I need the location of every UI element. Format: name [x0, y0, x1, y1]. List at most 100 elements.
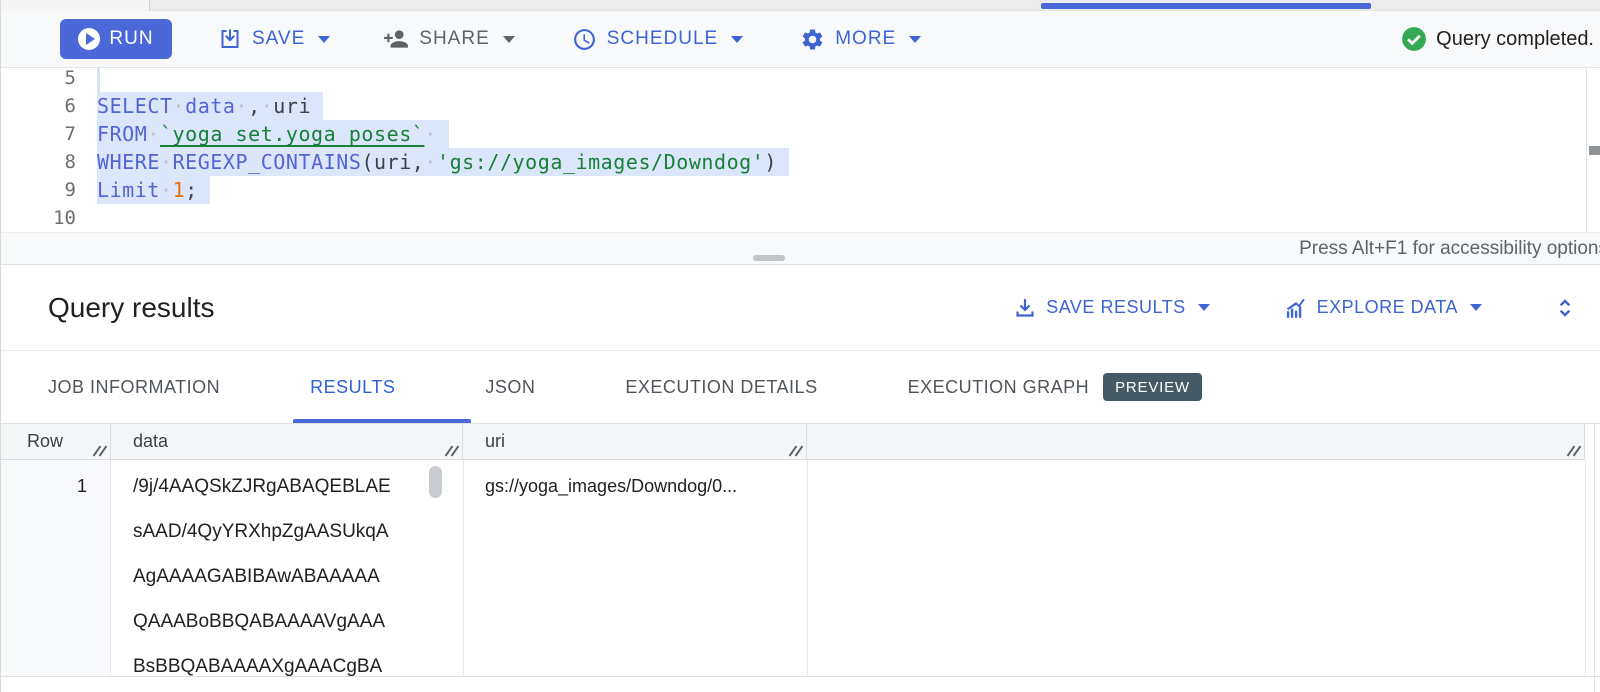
tab-job-information[interactable]: JOB INFORMATION [48, 377, 220, 398]
play-icon [78, 28, 100, 50]
line-number: 7 [0, 120, 88, 148]
code-text: WHERE·REGEXP_CONTAINS(uri,·'gs://yoga_im… [88, 148, 789, 176]
clock-icon [572, 27, 597, 52]
results-tab-bar: JOB INFORMATION RESULTS JSON EXECUTION DETA… [0, 350, 1600, 424]
tab-label: JSON [485, 377, 535, 398]
chevron-down-icon [318, 36, 330, 43]
code-line[interactable]: 6SELECT·data·,·uri [0, 92, 1600, 120]
data-cell-line: /9j/4AAQSkZJRgABAQEBLAE [133, 464, 463, 509]
editor-scrollbar-track [1586, 68, 1587, 232]
unfold-icon[interactable] [1552, 295, 1578, 321]
explore-data-label: EXPLORE DATA [1317, 297, 1458, 318]
tab-execution-details[interactable]: EXECUTION DETAILS [625, 377, 817, 398]
column-divider [807, 460, 808, 677]
code-line[interactable]: 10 [0, 204, 1600, 232]
preview-badge: PREVIEW [1103, 373, 1202, 401]
splitter-bar: Press Alt+F1 for accessibility options [0, 232, 1600, 265]
tab-json[interactable]: JSON [485, 377, 535, 398]
run-label: RUN [109, 28, 153, 50]
tab-label: EXECUTION GRAPH [908, 377, 1090, 398]
chevron-down-icon [1470, 304, 1482, 311]
data-cell-line: QAAABoBBQABAAAAVgAAA [133, 599, 463, 644]
results-scrollbar-track [1594, 424, 1595, 692]
data-cell[interactable]: /9j/4AAQSkZJRgABAQEBLAEsAAD/4QyYRXhpZgAA… [111, 460, 463, 677]
person-add-icon [383, 26, 409, 52]
code-text [88, 68, 100, 92]
editor-scrollbar-thumb[interactable] [1589, 146, 1600, 155]
share-button[interactable]: SHARE [383, 26, 514, 52]
download-icon [1013, 296, 1037, 320]
line-number: 10 [0, 204, 88, 232]
line-number: 5 [0, 68, 88, 92]
column-resize-handle[interactable] [444, 444, 458, 457]
table-body: 1 /9j/4AAQSkZJRgABAQEBLAEsAAD/4QyYRXhpZg… [0, 460, 1600, 677]
chart-icon [1282, 295, 1308, 321]
data-cell-line: BsBBQABAAAAXgAAACgBA [133, 644, 463, 677]
data-cell-line: sAAD/4QyYRXhpZgAASUkqA [133, 509, 463, 554]
save-icon [218, 27, 242, 51]
code-line[interactable]: 5 [0, 68, 1600, 92]
tab-label: EXECUTION DETAILS [625, 377, 817, 398]
code-text: Limit·1; [88, 176, 210, 204]
tab-execution-graph[interactable]: EXECUTION GRAPH PREVIEW [908, 373, 1202, 401]
explore-data-button[interactable]: EXPLORE DATA [1282, 295, 1482, 321]
sql-editor[interactable]: 56SELECT·data·,·uri7FROM·`yoga_set.yoga_… [0, 68, 1600, 232]
cell-scrollbar-thumb[interactable] [429, 466, 442, 498]
tab-label: RESULTS [310, 377, 395, 398]
more-label: MORE [835, 28, 896, 50]
line-number: 9 [0, 176, 88, 204]
check-circle-icon [1401, 26, 1427, 52]
table-header-row: Row data uri [0, 424, 1585, 460]
results-actions: SAVE RESULTS EXPLORE DATA [1013, 295, 1578, 321]
chevron-down-icon [503, 36, 515, 43]
save-results-button[interactable]: SAVE RESULTS [1013, 296, 1209, 320]
column-header-uri: uri [463, 424, 807, 460]
code-line[interactable]: 9Limit·1; [0, 176, 1600, 204]
line-number: 6 [0, 92, 88, 120]
code-line[interactable]: 8WHERE·REGEXP_CONTAINS(uri,·'gs://yoga_i… [0, 148, 1600, 176]
page-title: Query results [48, 292, 215, 324]
results-table: Row data uri 1 /9j/4AAQSkZJRgABAQEBLAEsA… [0, 424, 1600, 692]
query-status: Query completed. [1401, 26, 1594, 52]
save-button[interactable]: SAVE [218, 27, 330, 51]
share-label: SHARE [419, 28, 489, 50]
active-tab-underline [293, 419, 471, 423]
more-button[interactable]: MORE [800, 27, 921, 52]
run-button[interactable]: RUN [60, 19, 172, 59]
schedule-label: SCHEDULE [607, 28, 718, 50]
column-divider [463, 460, 464, 677]
code-text: SELECT·data·,·uri [88, 92, 323, 120]
active-tab-indicator [1041, 3, 1371, 9]
code-text [88, 204, 97, 232]
chevron-down-icon [731, 36, 743, 43]
column-resize-handle[interactable] [788, 444, 802, 457]
drag-handle[interactable] [753, 255, 785, 261]
column-header-filler [807, 424, 1585, 460]
chevron-down-icon [1198, 304, 1210, 311]
query-toolbar: RUN SAVE SHARE SCHEDULE [0, 11, 1600, 68]
window-left-edge [0, 0, 1, 692]
code-lines: 56SELECT·data·,·uri7FROM·`yoga_set.yoga_… [0, 68, 1600, 232]
tab-label: JOB INFORMATION [48, 377, 220, 398]
code-line[interactable]: 7FROM·`yoga_set.yoga_poses`· [0, 120, 1600, 148]
accessibility-hint: Press Alt+F1 for accessibility options [1299, 233, 1600, 266]
query-results-header: Query results SAVE RESULTS [0, 265, 1600, 350]
inactive-tab-edge [0, 0, 150, 11]
column-resize-handle[interactable] [1566, 444, 1580, 457]
column-header-data: data [111, 424, 463, 460]
column-header-row: Row [0, 424, 111, 460]
code-text: FROM·`yoga_set.yoga_poses`· [88, 120, 449, 148]
gear-icon [800, 27, 825, 52]
save-label: SAVE [252, 28, 305, 50]
column-divider [1585, 460, 1586, 677]
status-text: Query completed. [1436, 28, 1594, 51]
chevron-down-icon [909, 36, 921, 43]
save-results-label: SAVE RESULTS [1046, 297, 1185, 318]
data-cell-line: AgAAAAGABIBAwABAAAAA [133, 554, 463, 599]
tab-results[interactable]: RESULTS [310, 377, 395, 398]
line-number: 8 [0, 148, 88, 176]
uri-cell[interactable]: gs://yoga_images/Downdog/0... [463, 460, 807, 677]
schedule-button[interactable]: SCHEDULE [572, 27, 743, 52]
column-resize-handle[interactable] [92, 444, 106, 457]
editor-tab-strip [0, 0, 1600, 11]
